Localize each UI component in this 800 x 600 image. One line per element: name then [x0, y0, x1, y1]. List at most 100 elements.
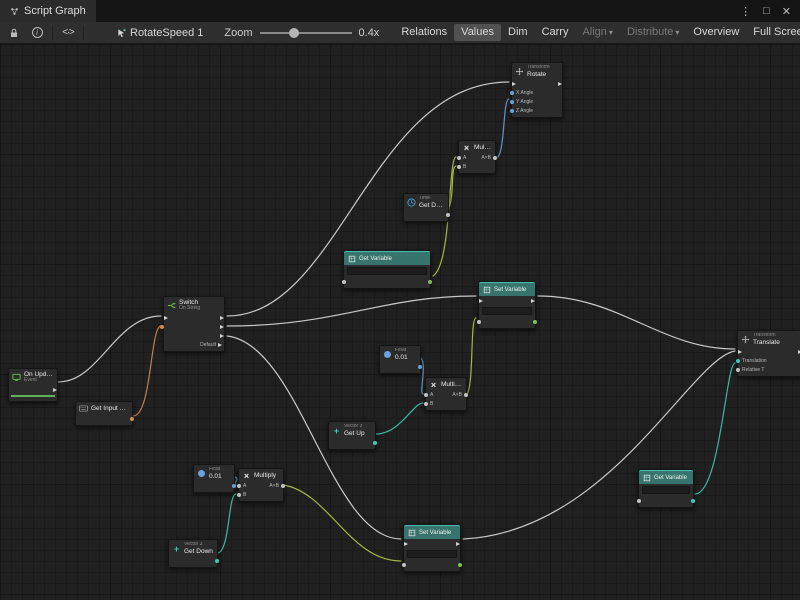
node-float-mid[interactable]: Float 0.01	[379, 345, 421, 374]
default-out-port[interactable]	[218, 343, 222, 347]
relative-to-port[interactable]	[736, 368, 740, 372]
script-graph-icon	[10, 7, 19, 16]
translation-port[interactable]	[736, 359, 740, 363]
graph-reference[interactable]: RotateSpeed 1	[117, 27, 203, 39]
result-port[interactable]	[464, 393, 468, 397]
option-out-port[interactable]	[220, 334, 224, 338]
flow-out-port[interactable]	[53, 388, 57, 392]
node-set-variable-mid[interactable]: Set Variable	[478, 281, 536, 329]
node-switch-on-string[interactable]: Switch On String Default	[163, 296, 225, 352]
flow-out-port[interactable]	[531, 299, 535, 303]
values-button[interactable]: Values	[454, 24, 501, 41]
variable-icon	[347, 254, 356, 263]
object-port[interactable]	[342, 280, 346, 284]
node-get-input-string[interactable]: Get Input Strin	[75, 401, 133, 426]
variable-name-field[interactable]	[407, 550, 457, 558]
graph-cursor-icon	[117, 28, 126, 37]
node-title: 0.01	[209, 473, 222, 480]
string-out-port[interactable]	[130, 417, 134, 421]
variable-name-field[interactable]	[347, 267, 427, 275]
flow-in-port[interactable]	[512, 82, 516, 86]
value-in-port[interactable]	[477, 320, 481, 324]
graph-canvas[interactable]: Transform Rotate X Angle Y Angle Z Angle…	[0, 44, 800, 600]
toolbar-separator	[83, 26, 84, 40]
tab-script-graph[interactable]: Script Graph	[0, 0, 96, 22]
align-button[interactable]: Align▾	[575, 24, 619, 41]
zoom-slider-thumb[interactable]	[289, 28, 299, 38]
window-tabbar: Script Graph ⋮ □ ✕	[0, 0, 800, 22]
carry-button[interactable]: Carry	[535, 24, 576, 41]
value-out-port[interactable]	[428, 280, 432, 284]
node-vector3-get-up[interactable]: + Vector 3 Get Up	[328, 421, 376, 450]
result-port[interactable]	[493, 156, 497, 160]
result-port[interactable]	[281, 484, 285, 488]
b-port[interactable]	[237, 493, 241, 497]
node-title: Get Up	[344, 430, 365, 437]
maximize-icon[interactable]: □	[763, 5, 770, 17]
fullscreen-button[interactable]: Full Screen	[746, 24, 800, 41]
wire	[498, 99, 509, 157]
node-multiply-low[interactable]: × Multiply AA×B B	[238, 468, 284, 502]
node-on-update[interactable]: On Update Event	[8, 368, 58, 402]
value-out-port[interactable]	[418, 365, 422, 369]
node-get-variable-right[interactable]: Get Variable	[638, 469, 694, 508]
node-multiply-top[interactable]: × Multiply AA×B B	[458, 140, 496, 174]
zoom-slider[interactable]	[260, 26, 352, 40]
relations-button[interactable]: Relations	[394, 24, 454, 41]
a-port[interactable]	[237, 484, 241, 488]
code-icon[interactable]: <∙>	[60, 25, 76, 41]
b-port[interactable]	[424, 402, 428, 406]
distribute-button[interactable]: Distribute▾	[620, 24, 686, 41]
value-out-port[interactable]	[533, 320, 537, 324]
selector-string-port[interactable]	[160, 325, 164, 329]
toolbar-separator	[52, 26, 53, 40]
variable-name-field[interactable]	[642, 486, 690, 494]
flow-in-port[interactable]	[738, 350, 742, 354]
lock-icon[interactable]	[6, 25, 22, 41]
node-title: Multiply	[254, 472, 276, 479]
dim-button[interactable]: Dim	[501, 24, 535, 41]
flow-out-port[interactable]	[558, 82, 562, 86]
window-controls: ⋮ □ ✕	[731, 0, 800, 22]
node-set-variable-bottom[interactable]: Set Variable	[403, 524, 461, 572]
flow-in-port[interactable]	[164, 316, 168, 320]
close-icon[interactable]: ✕	[782, 5, 791, 18]
window-menu-icon[interactable]: ⋮	[740, 5, 751, 18]
node-get-variable-top[interactable]: Get Variable	[343, 250, 431, 289]
vector-out-port[interactable]	[373, 441, 377, 445]
value-in-port[interactable]	[402, 563, 406, 567]
node-transform-rotate[interactable]: Transform Rotate X Angle Y Angle Z Angle	[511, 62, 563, 118]
transform-icon	[515, 67, 524, 76]
flow-in-port[interactable]	[404, 542, 408, 546]
a-port[interactable]	[457, 156, 461, 160]
node-get-delta-time[interactable]: Time Get Delta Time	[403, 193, 449, 222]
node-multiply-mid[interactable]: × Multiply AA×B B	[425, 377, 467, 411]
wires-layer	[0, 44, 800, 600]
value-out-port[interactable]	[232, 484, 236, 488]
float-icon	[198, 470, 205, 477]
node-transform-translate[interactable]: Transform Translate Translation Relative…	[737, 330, 800, 377]
info-icon[interactable]: i	[29, 25, 45, 41]
tab-title: Script Graph	[24, 5, 86, 17]
event-accent-bar	[11, 395, 55, 397]
y-angle-port[interactable]	[510, 100, 514, 104]
a-port[interactable]	[424, 393, 428, 397]
object-port[interactable]	[637, 499, 641, 503]
flow-out-port[interactable]	[456, 542, 460, 546]
x-angle-port[interactable]	[510, 91, 514, 95]
graph-toolbar: i <∙> RotateSpeed 1 Zoom 0.4x Relations …	[0, 22, 800, 44]
b-port[interactable]	[457, 165, 461, 169]
value-out-port[interactable]	[458, 563, 462, 567]
vector-out-port[interactable]	[215, 559, 219, 563]
node-float-low[interactable]: Float 0.01	[193, 464, 235, 493]
flow-in-port[interactable]	[479, 299, 483, 303]
node-vector3-get-down[interactable]: + Vector 3 Get Down	[168, 539, 218, 568]
option-out-port[interactable]	[220, 316, 224, 320]
overview-button[interactable]: Overview	[686, 24, 746, 41]
vector3-icon: +	[332, 426, 341, 435]
variable-name-field[interactable]	[482, 307, 532, 315]
option-out-port[interactable]	[220, 325, 224, 329]
value-out-port[interactable]	[446, 213, 450, 217]
z-angle-port[interactable]	[510, 109, 514, 113]
value-out-port[interactable]	[691, 499, 695, 503]
